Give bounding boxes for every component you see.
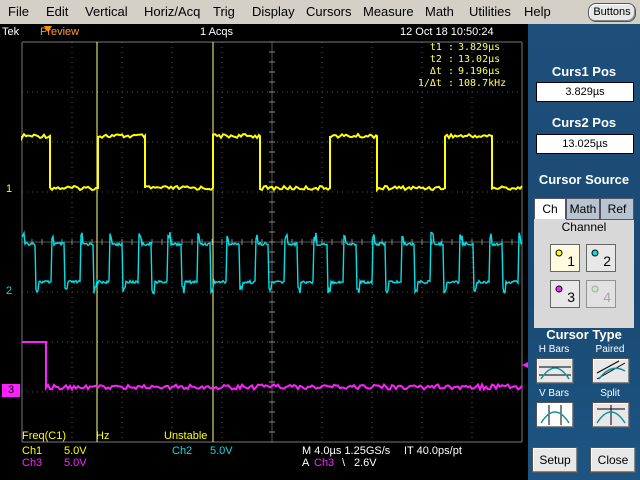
menu-edit[interactable]: Edit <box>46 4 68 19</box>
curs1-title: Curs1 Pos <box>551 64 617 79</box>
freq-status: Unstable <box>164 430 208 442</box>
menu-math[interactable]: Math <box>425 4 454 19</box>
split-label: Split <box>600 388 620 399</box>
acqs-label: 1 Acqs <box>200 26 234 38</box>
buttons-toggle[interactable]: Buttons <box>588 3 636 22</box>
close-button[interactable]: Close <box>590 447 636 473</box>
paired-button[interactable] <box>592 358 630 384</box>
ch2-scale[interactable]: 5.0V <box>210 445 233 457</box>
freq-unit: Hz <box>96 430 110 442</box>
vbars-label: V Bars <box>538 388 569 399</box>
cursor-control-panel: Curs1 Pos 3.829µs Curs2 Pos 13.025µs Cur… <box>528 24 640 480</box>
channel-label: Channel <box>561 220 607 234</box>
probe-icon <box>591 285 599 293</box>
tab-ch[interactable]: Ch <box>534 198 566 219</box>
ch3-label[interactable]: Ch3 <box>22 457 42 469</box>
tab-ref[interactable]: Ref <box>600 198 634 220</box>
waveform-graticule <box>21 26 528 443</box>
ch3-marker[interactable]: 3 <box>2 384 20 397</box>
vbars-button[interactable] <box>536 402 574 428</box>
menu-measure[interactable]: Measure <box>363 4 414 19</box>
paired-icon <box>596 360 626 380</box>
paired-label: Paired <box>595 344 625 355</box>
split-button[interactable] <box>592 402 630 428</box>
menu-vertical[interactable]: Vertical <box>85 4 128 19</box>
ch2-label[interactable]: Ch2 <box>172 445 192 457</box>
readout-dt: 9.196µs <box>458 66 501 77</box>
vbars-icon <box>540 405 570 425</box>
tab-math[interactable]: Math <box>566 198 600 220</box>
freq-label: Freq(C1) <box>22 430 67 442</box>
menu-utilities[interactable]: Utilities <box>469 4 511 19</box>
menu-horiz-acq[interactable]: Horiz/Acq <box>144 4 200 19</box>
channel-3-button[interactable]: 3 <box>550 280 580 308</box>
curs1-pos-input[interactable]: 3.829µs <box>536 82 634 102</box>
scope-display: Tek Preview 1 Acqs 12 Oct 18 10:50:24 t1… <box>0 24 528 480</box>
cursor-source-title: Cursor Source <box>538 172 630 187</box>
menu-cursors[interactable]: Cursors <box>306 4 352 19</box>
ch1-label[interactable]: Ch1 <box>22 445 42 457</box>
menu-display[interactable]: Display <box>252 4 295 19</box>
channel-1-button[interactable]: 1 <box>550 244 580 272</box>
timebase-readout[interactable]: M 4.0µs 1.25GS/s <box>302 445 390 457</box>
cursor-type-title: Cursor Type <box>546 327 622 342</box>
curs2-pos-input[interactable]: 13.025µs <box>536 134 634 154</box>
datetime-label: 12 Oct 18 10:50:24 <box>400 26 494 38</box>
readout-inv-dt: 108.7kHz <box>458 78 507 89</box>
ch1-marker[interactable]: 1 <box>6 183 12 195</box>
setup-button[interactable]: Setup <box>532 447 578 473</box>
probe-icon <box>591 249 599 257</box>
menu-trig[interactable]: Trig <box>213 4 235 19</box>
menu-help[interactable]: Help <box>524 4 551 19</box>
menu-bar: File Edit Vertical Horiz/Acq Trig Displa… <box>0 0 640 25</box>
trigger-level[interactable]: 2.6V <box>354 457 377 469</box>
curs2-title: Curs2 Pos <box>551 115 617 130</box>
trigger-source[interactable]: Ch3 <box>314 457 334 469</box>
resolution-readout: IT 40.0ps/pt <box>404 445 462 457</box>
channel-2-button[interactable]: 2 <box>586 244 616 272</box>
ch3-scale[interactable]: 5.0V <box>64 457 87 469</box>
trigger-slope-icon: \ <box>342 457 346 469</box>
trigger-label[interactable]: A <box>302 457 309 469</box>
hbars-button[interactable] <box>536 358 574 384</box>
readout-t1: 3.829µs <box>458 42 501 53</box>
preview-label: Preview <box>40 26 80 38</box>
ch2-marker[interactable]: 2 <box>6 285 12 297</box>
channel-4-button[interactable]: 4 <box>586 280 616 308</box>
ch1-scale[interactable]: 5.0V <box>64 445 87 457</box>
readout-t2: 13.02µs <box>458 54 501 65</box>
split-icon <box>596 405 626 425</box>
probe-icon <box>555 249 563 257</box>
menu-file[interactable]: File <box>8 4 29 19</box>
brand-label: Tek <box>2 26 20 38</box>
hbars-label: H Bars <box>538 344 570 355</box>
probe-icon <box>555 285 563 293</box>
hbars-icon <box>539 366 571 380</box>
